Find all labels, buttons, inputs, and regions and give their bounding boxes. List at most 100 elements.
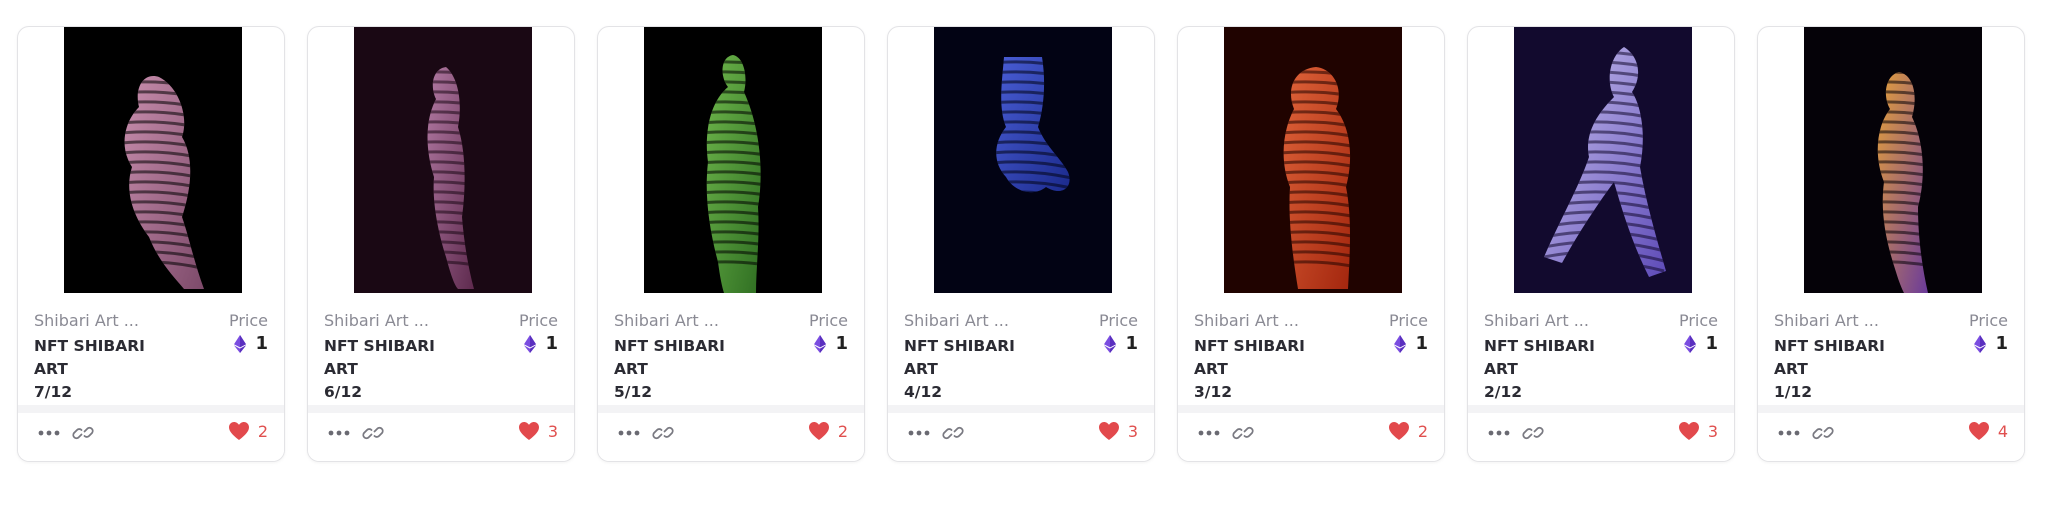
price-label: Price (1968, 311, 2008, 330)
price-value: 1 (545, 333, 558, 354)
nft-artwork-image[interactable] (1514, 27, 1692, 293)
price: 1 (234, 333, 268, 354)
link-icon[interactable] (1812, 422, 1834, 444)
ethereum-icon (1104, 334, 1117, 353)
link-icon[interactable] (362, 422, 384, 444)
nft-card[interactable]: Shibari Art ... Price NFT SHIBARI ART 2/… (1467, 26, 1735, 462)
price-label: Price (1678, 311, 1718, 330)
price-value: 1 (1415, 333, 1428, 354)
nft-card[interactable]: Shibari Art ... Price NFT SHIBARI ART 5/… (597, 26, 865, 462)
like-count: 3 (1127, 421, 1138, 441)
price-value: 1 (1125, 333, 1138, 354)
ethereum-icon (1394, 334, 1407, 353)
like-button[interactable]: 4 (1968, 421, 2008, 441)
card-footer: 3 (888, 405, 1154, 461)
collection-name[interactable]: Shibari Art ... (1484, 311, 1589, 330)
like-button[interactable]: 2 (228, 421, 268, 441)
like-count: 3 (547, 421, 558, 441)
artwork-figure (1804, 27, 1982, 293)
nft-title[interactable]: NFT SHIBARI ART 6/12 (324, 335, 474, 404)
card-footer: 2 (598, 405, 864, 461)
like-button[interactable]: 2 (1388, 421, 1428, 441)
nft-card[interactable]: Shibari Art ... Price NFT SHIBARI ART 7/… (17, 26, 285, 462)
nft-artwork-image[interactable] (644, 27, 822, 293)
more-options-icon[interactable] (38, 427, 60, 439)
price: 1 (1684, 333, 1718, 354)
nft-title[interactable]: NFT SHIBARI ART 4/12 (904, 335, 1054, 404)
nft-artwork-image[interactable] (1804, 27, 1982, 293)
link-icon[interactable] (1522, 422, 1544, 444)
ethereum-icon (1974, 334, 1987, 353)
like-count: 3 (1707, 421, 1718, 441)
artwork-figure (354, 27, 532, 293)
ethereum-icon (524, 334, 537, 353)
heart-icon (1968, 422, 1989, 440)
price-label: Price (1388, 311, 1428, 330)
nft-title[interactable]: NFT SHIBARI ART 1/12 (1774, 335, 1924, 404)
link-icon[interactable] (72, 422, 94, 444)
heart-icon (1678, 422, 1699, 440)
price-label: Price (1098, 311, 1138, 330)
link-icon[interactable] (652, 422, 674, 444)
artwork-figure (64, 27, 242, 293)
card-footer: 2 (18, 405, 284, 461)
collection-name[interactable]: Shibari Art ... (324, 311, 429, 330)
nft-name: NFT SHIBARI ART (904, 337, 1015, 378)
more-options-icon[interactable] (1778, 427, 1800, 439)
nft-name: NFT SHIBARI ART (34, 337, 145, 378)
nft-card-grid: Shibari Art ... Price NFT SHIBARI ART 7/… (17, 26, 2025, 462)
more-options-icon[interactable] (1198, 427, 1220, 439)
nft-artwork-image[interactable] (934, 27, 1112, 293)
nft-artwork-image[interactable] (1224, 27, 1402, 293)
price-label: Price (228, 311, 268, 330)
collection-name[interactable]: Shibari Art ... (904, 311, 1009, 330)
card-footer: 3 (1468, 405, 1734, 461)
price-label: Price (518, 311, 558, 330)
like-count: 4 (1997, 421, 2008, 441)
more-options-icon[interactable] (908, 427, 930, 439)
nft-edition: 3/12 (1194, 383, 1233, 401)
like-button[interactable]: 2 (808, 421, 848, 441)
more-options-icon[interactable] (618, 427, 640, 439)
nft-card[interactable]: Shibari Art ... Price NFT SHIBARI ART 4/… (887, 26, 1155, 462)
card-footer: 3 (308, 405, 574, 461)
nft-title[interactable]: NFT SHIBARI ART 3/12 (1194, 335, 1344, 404)
price-value: 1 (1705, 333, 1718, 354)
collection-name[interactable]: Shibari Art ... (614, 311, 719, 330)
price: 1 (1974, 333, 2008, 354)
like-button[interactable]: 3 (1678, 421, 1718, 441)
like-count: 2 (837, 421, 848, 441)
collection-name[interactable]: Shibari Art ... (34, 311, 139, 330)
nft-name: NFT SHIBARI ART (614, 337, 725, 378)
nft-edition: 6/12 (324, 383, 363, 401)
price-value: 1 (255, 333, 268, 354)
ethereum-icon (1684, 334, 1697, 353)
price: 1 (1104, 333, 1138, 354)
like-button[interactable]: 3 (518, 421, 558, 441)
more-options-icon[interactable] (328, 427, 350, 439)
nft-title[interactable]: NFT SHIBARI ART 5/12 (614, 335, 764, 404)
heart-icon (808, 422, 829, 440)
nft-name: NFT SHIBARI ART (1194, 337, 1305, 378)
nft-artwork-image[interactable] (354, 27, 532, 293)
collection-name[interactable]: Shibari Art ... (1194, 311, 1299, 330)
link-icon[interactable] (1232, 422, 1254, 444)
price: 1 (814, 333, 848, 354)
price: 1 (1394, 333, 1428, 354)
collection-name[interactable]: Shibari Art ... (1774, 311, 1879, 330)
more-options-icon[interactable] (1488, 427, 1510, 439)
nft-card[interactable]: Shibari Art ... Price NFT SHIBARI ART 6/… (307, 26, 575, 462)
ethereum-icon (234, 334, 247, 353)
price-label: Price (808, 311, 848, 330)
artwork-figure (1224, 27, 1402, 293)
nft-card[interactable]: Shibari Art ... Price NFT SHIBARI ART 1/… (1757, 26, 2025, 462)
link-icon[interactable] (942, 422, 964, 444)
nft-title[interactable]: NFT SHIBARI ART 2/12 (1484, 335, 1634, 404)
price: 1 (524, 333, 558, 354)
like-button[interactable]: 3 (1098, 421, 1138, 441)
heart-icon (1388, 422, 1409, 440)
nft-title[interactable]: NFT SHIBARI ART 7/12 (34, 335, 184, 404)
nft-card[interactable]: Shibari Art ... Price NFT SHIBARI ART 3/… (1177, 26, 1445, 462)
nft-artwork-image[interactable] (64, 27, 242, 293)
artwork-figure (934, 27, 1112, 293)
